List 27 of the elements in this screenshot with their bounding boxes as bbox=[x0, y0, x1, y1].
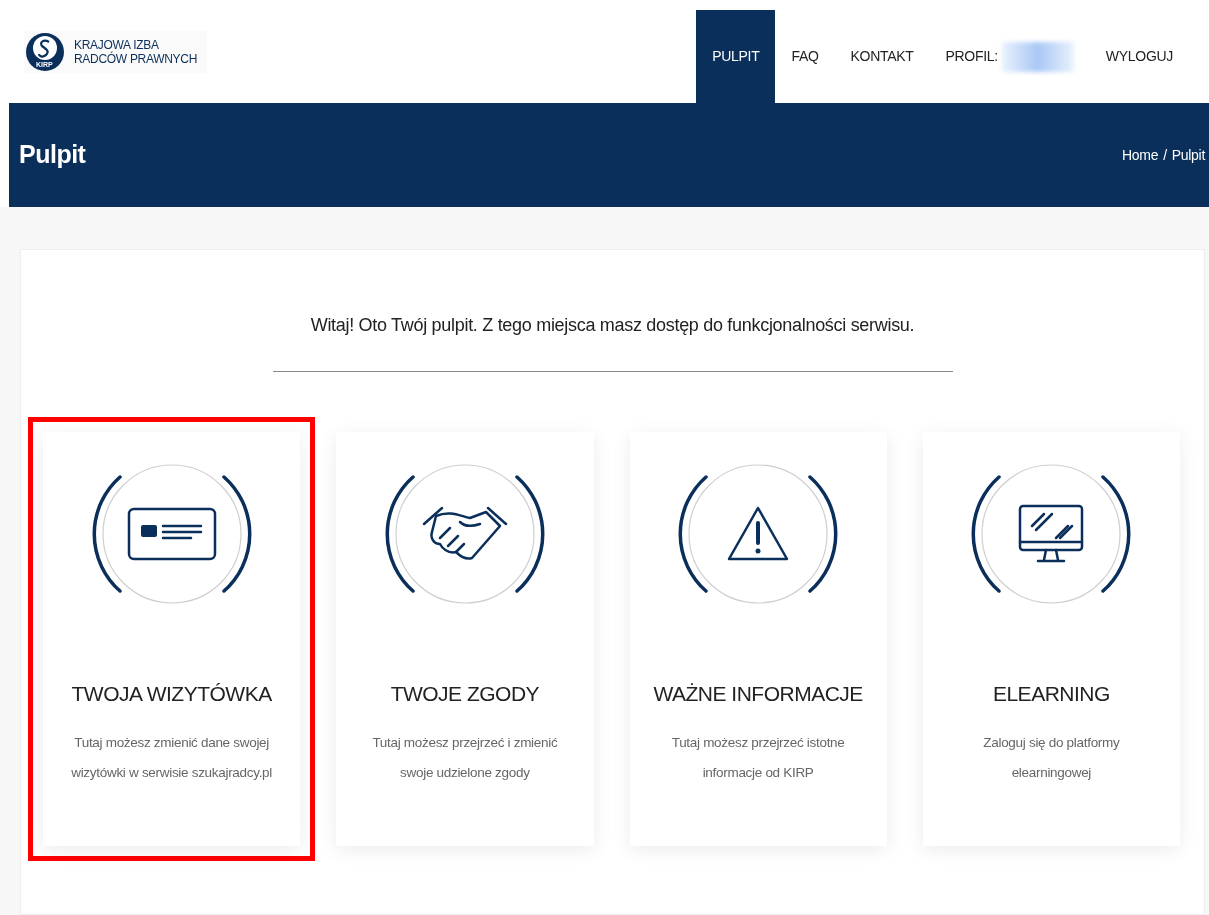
tile-title: ELEARNING bbox=[992, 681, 1110, 707]
tile-description: Zaloguj się do platformy elearningowej bbox=[982, 733, 1121, 782]
nav-link[interactable]: KONTAKT bbox=[834, 10, 930, 103]
logo-text: KRAJOWA IZBA bbox=[74, 37, 160, 52]
profile-link[interactable]: PROFIL: bbox=[929, 10, 1090, 103]
warning-icon bbox=[726, 505, 791, 563]
tile-description: Tutaj możesz przejrzeć istotne informacje od KIRP bbox=[670, 733, 846, 782]
tile-title: WAŻNE INFORMACJE bbox=[653, 681, 863, 707]
tile-card[interactable]: TWOJA WIZYTÓWKA Tutaj możesz zmienić dane swojej wizytówki w serwisie szukajradcy.pl bbox=[43, 432, 301, 846]
tile-description: Tutaj możesz przejrzeć i zmienić swoje udzielone zgody bbox=[371, 733, 559, 782]
tile-card[interactable]: WAŻNE INFORMACJE Tutaj możesz przejrzeć istotne informacje od KIRP bbox=[629, 432, 887, 846]
nav-link[interactable]: WYLOGUJ bbox=[1089, 10, 1189, 103]
intro-text: Witaj! Oto Twój pulpit. Z tego miejsca masz dostęp do funkcjonalności serwisu. bbox=[309, 314, 916, 337]
tile-card[interactable]: TWOJE ZGODY Tutaj możesz przejrzeć i zmienić swoje udzielone zgody bbox=[336, 432, 594, 846]
tile-title: TWOJA WIZYTÓWKA bbox=[71, 681, 272, 707]
nav-link[interactable]: PULPIT bbox=[696, 10, 776, 103]
page-title: Pulpit bbox=[19, 139, 86, 171]
tile-card[interactable]: ELEARNING Zaloguj się do platformy elearningowej bbox=[922, 432, 1180, 846]
monitor-icon bbox=[1018, 504, 1085, 564]
logo-text: RADCÓW PRAWNYCH bbox=[74, 51, 198, 66]
tile-title: TWOJE ZGODY bbox=[390, 681, 540, 707]
breadcrumb-link[interactable]: Home bbox=[1122, 144, 1159, 166]
nav-link[interactable]: FAQ bbox=[775, 10, 835, 103]
id-card-icon bbox=[126, 507, 217, 561]
tile-description: Tutaj możesz zmienić dane swojej wizytówki w serwisie szukajradcy.pl bbox=[70, 733, 274, 782]
breadcrumb-current: Pulpit bbox=[1171, 145, 1205, 165]
breadcrumb-separator: / bbox=[1163, 145, 1167, 165]
